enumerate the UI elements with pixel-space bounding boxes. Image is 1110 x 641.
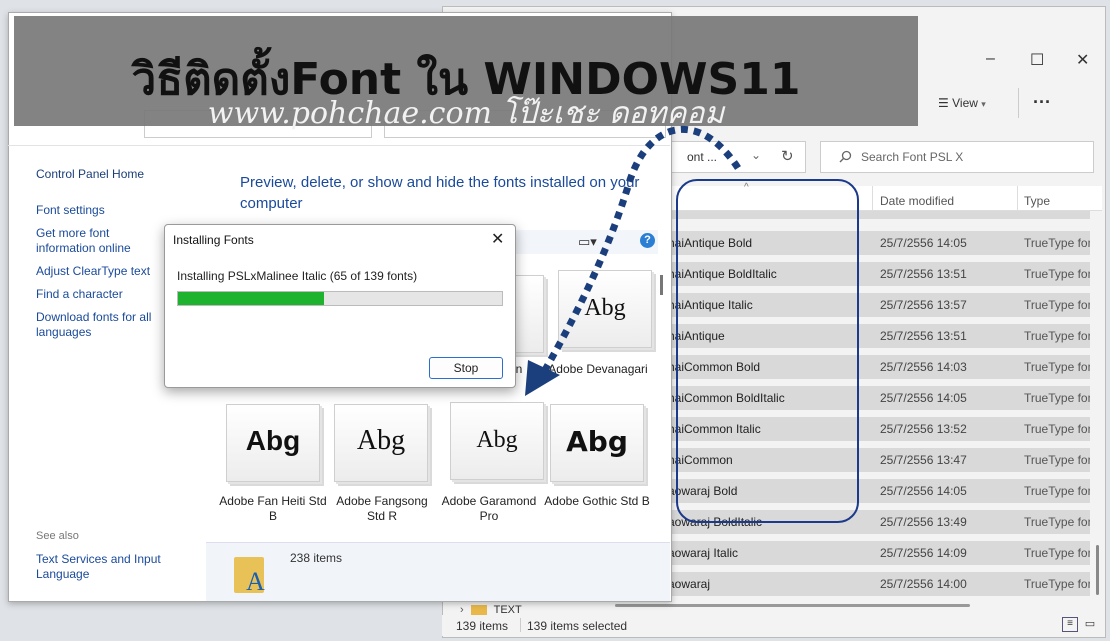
dashed-arrow-path: [541, 125, 741, 372]
highlight-box: [676, 179, 859, 523]
annotation-overlay: [525, 125, 859, 523]
arrow-head-icon: [525, 360, 560, 396]
